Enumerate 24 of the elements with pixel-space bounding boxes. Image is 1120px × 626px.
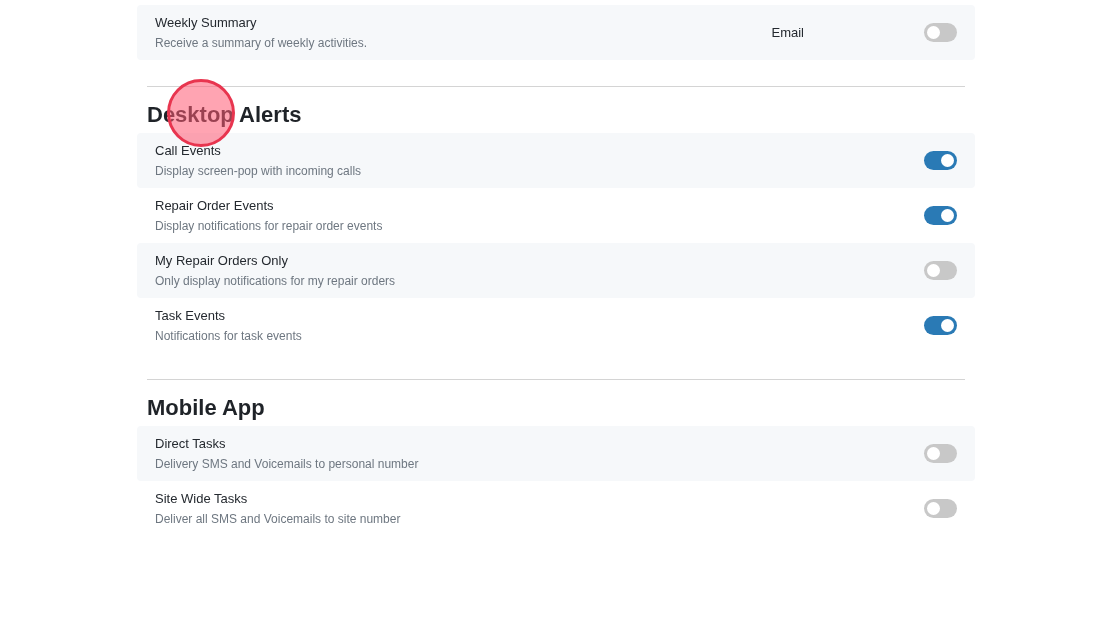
- toggle-switch[interactable]: [924, 151, 957, 170]
- toggle-switch[interactable]: [924, 316, 957, 335]
- setting-title: Call Events: [155, 142, 222, 160]
- section-heading: Mobile App: [147, 394, 265, 422]
- setting-description: Notifications for task events: [155, 328, 303, 344]
- setting-title: Repair Order Events: [155, 197, 275, 215]
- channel-label: Email: [771, 23, 804, 42]
- setting-title: Task Events: [155, 307, 227, 325]
- setting-description: Receive a summary of weekly activities.: [155, 35, 369, 51]
- section-heading: Desktop Alerts: [147, 101, 302, 129]
- setting-title: Weekly Summary: [155, 14, 258, 32]
- toggle-switch[interactable]: [924, 261, 957, 280]
- setting-title: My Repair Orders Only: [155, 252, 289, 270]
- toggle-switch[interactable]: [924, 23, 957, 42]
- setting-description: Display notifications for repair order events: [155, 218, 384, 234]
- toggle-switch[interactable]: [924, 499, 957, 518]
- setting-title: Direct Tasks: [155, 435, 227, 453]
- setting-title: Site Wide Tasks: [155, 490, 249, 508]
- toggle-switch[interactable]: [924, 444, 957, 463]
- setting-description: Delivery SMS and Voicemails to personal number: [155, 456, 420, 472]
- setting-description: Display screen-pop with incoming calls: [155, 163, 363, 179]
- setting-description: Only display notifications for my repair orders: [155, 273, 397, 289]
- setting-description: Deliver all SMS and Voicemails to site number: [155, 511, 402, 527]
- toggle-switch[interactable]: [924, 206, 957, 225]
